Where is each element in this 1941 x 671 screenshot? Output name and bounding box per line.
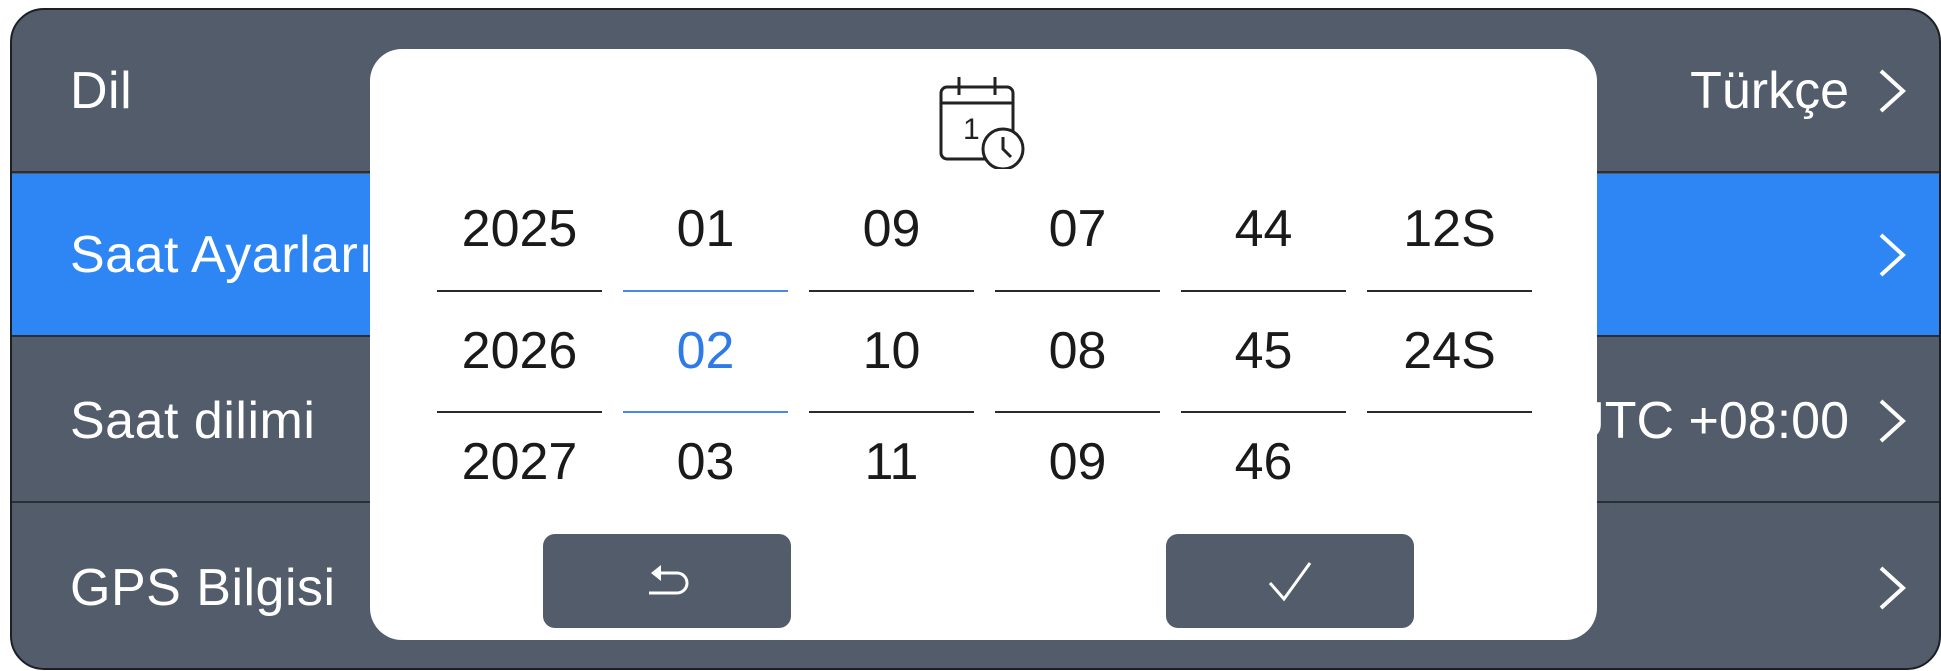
picker-option[interactable]: 08 bbox=[995, 321, 1160, 381]
picker-option[interactable]: 46 bbox=[1181, 432, 1346, 492]
selection-divider bbox=[1367, 411, 1532, 413]
picker-option[interactable]: 2025 bbox=[437, 199, 602, 259]
row-label: Saat dilimi bbox=[70, 391, 316, 450]
row-label: Dil bbox=[70, 61, 133, 120]
picker-option[interactable]: 11 bbox=[809, 432, 974, 492]
selection-divider bbox=[623, 290, 788, 292]
picker-option[interactable]: 44 bbox=[1181, 199, 1346, 259]
picker-option[interactable]: 02 bbox=[623, 321, 788, 381]
datetime-picker-dialog: 1 2025 2026 2027 01 02 03 09 10 11 07 08 09 44 45 46 12… bbox=[370, 49, 1597, 640]
picker-option[interactable]: 12S bbox=[1367, 199, 1532, 259]
picker-option[interactable]: 24S bbox=[1367, 321, 1532, 381]
check-icon bbox=[1268, 562, 1312, 602]
picker-option[interactable]: 09 bbox=[995, 432, 1160, 492]
picker-option[interactable]: 45 bbox=[1181, 321, 1346, 381]
back-button[interactable] bbox=[543, 534, 791, 628]
picker-option[interactable]: 09 bbox=[809, 199, 974, 259]
selection-divider bbox=[1181, 290, 1346, 292]
selection-divider bbox=[437, 290, 602, 292]
confirm-button[interactable] bbox=[1166, 534, 1414, 628]
undo-icon bbox=[649, 565, 689, 595]
picker-option[interactable]: 07 bbox=[995, 199, 1160, 259]
selection-divider bbox=[809, 290, 974, 292]
chevron-right-icon bbox=[1879, 399, 1906, 442]
picker-option[interactable]: 2026 bbox=[437, 321, 602, 381]
row-value: UTC +08:00 bbox=[1567, 391, 1849, 450]
selection-divider bbox=[995, 290, 1160, 292]
row-label: Saat Ayarları bbox=[70, 225, 374, 284]
selection-divider bbox=[995, 411, 1160, 413]
selection-divider bbox=[623, 411, 788, 413]
chevron-right-icon bbox=[1879, 69, 1906, 112]
picker-option[interactable]: 2027 bbox=[437, 432, 602, 492]
picker-option[interactable]: 03 bbox=[623, 432, 788, 492]
picker-option[interactable]: 01 bbox=[623, 199, 788, 259]
row-label: GPS Bilgisi bbox=[70, 558, 336, 617]
selection-divider bbox=[809, 411, 974, 413]
picker-option[interactable]: 10 bbox=[809, 321, 974, 381]
selection-divider bbox=[1367, 290, 1532, 292]
selection-divider bbox=[1181, 411, 1346, 413]
chevron-right-icon bbox=[1879, 233, 1906, 276]
selection-divider bbox=[437, 411, 602, 413]
picker-column-day[interactable]: 09 10 11 bbox=[809, 49, 974, 640]
chevron-right-icon bbox=[1879, 566, 1906, 609]
picker-column-hour[interactable]: 07 08 09 bbox=[995, 49, 1160, 640]
row-value: Türkçe bbox=[1690, 61, 1849, 120]
